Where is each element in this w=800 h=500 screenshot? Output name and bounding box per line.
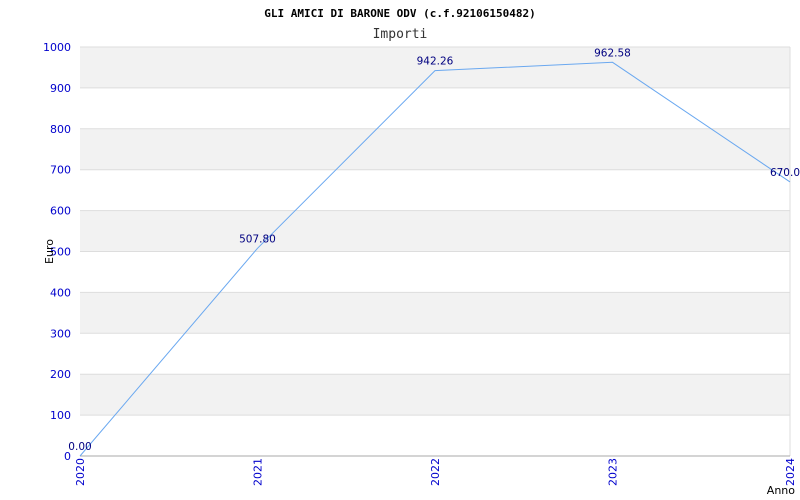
- x-tick-label: 2021: [252, 458, 265, 486]
- y-tick-label: 400: [50, 286, 71, 299]
- chart-title: GLI AMICI DI BARONE ODV (c.f.92106150482…: [264, 7, 536, 20]
- data-label: 507.80: [239, 233, 276, 245]
- plot-band: [80, 333, 790, 375]
- x-tick-label: 2020: [74, 458, 87, 486]
- data-label: 942.26: [417, 56, 454, 68]
- data-label: 670.0: [770, 167, 800, 179]
- y-axis-label: Euro: [43, 239, 56, 264]
- y-tick-label: 700: [50, 164, 71, 177]
- y-tick-label: 1000: [43, 41, 71, 54]
- x-tick-label: 2023: [607, 458, 620, 486]
- line-chart: 01002003004005006007008009001000 2020 202…: [43, 7, 800, 497]
- plot-band: [80, 374, 790, 416]
- x-tick-label: 2024: [784, 458, 797, 486]
- x-axis-label: Anno: [767, 484, 795, 497]
- x-tick-labels: 2020 2021 2022 2023 2024: [74, 458, 797, 486]
- y-tick-label: 600: [50, 205, 71, 218]
- plot-band: [80, 292, 790, 334]
- data-label: 962.58: [594, 47, 631, 59]
- y-tick-label: 200: [50, 368, 71, 381]
- data-label: 0.00: [68, 441, 91, 453]
- x-tick-label: 2022: [429, 458, 442, 486]
- plot-band: [80, 415, 790, 456]
- chart-subtitle: Importi: [373, 27, 428, 42]
- plot-band: [80, 128, 790, 170]
- y-tick-label: 800: [50, 123, 71, 136]
- plot-band: [80, 251, 790, 293]
- plot-band: [80, 87, 790, 129]
- plot-band: [80, 210, 790, 252]
- plot-band: [80, 169, 790, 211]
- y-tick-label: 900: [50, 82, 71, 95]
- y-tick-label: 100: [50, 409, 71, 422]
- y-tick-label: 300: [50, 327, 71, 340]
